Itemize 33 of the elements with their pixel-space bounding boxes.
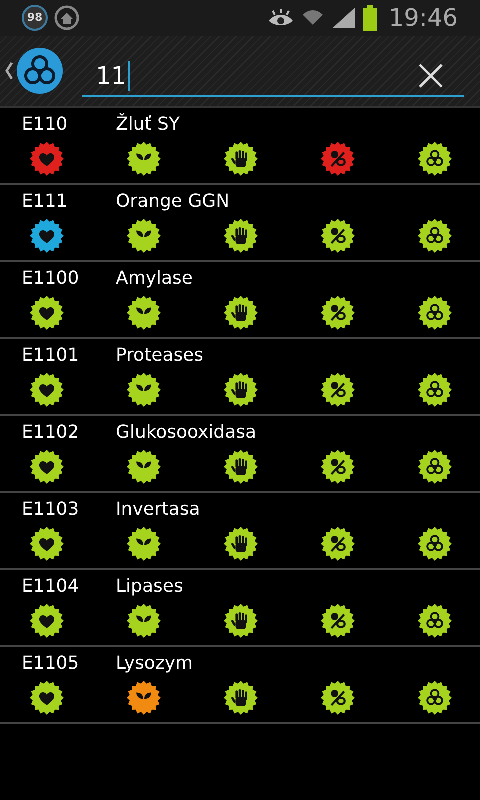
additive-name: Lipases: [116, 575, 184, 599]
additive-row[interactable]: E1100 Amylase: [0, 262, 480, 339]
back-caret-icon: [4, 61, 14, 81]
additive-row[interactable]: E1105 Lysozym: [0, 647, 480, 724]
additive-name: Glukosooxidasa: [116, 421, 257, 445]
signal-icon: [330, 6, 357, 30]
additive-name: Invertasa: [116, 498, 200, 522]
biohazard-logo-icon: [16, 47, 64, 95]
additive-row[interactable]: E111 Orange GGN: [0, 185, 480, 262]
additive-name: Žluť SY: [116, 112, 180, 137]
additive-code: E110: [21, 113, 69, 137]
additive-row[interactable]: E1104 Lipases: [0, 570, 480, 647]
battery-icon: [362, 5, 377, 31]
notification-count: 98: [22, 5, 48, 31]
additive-name: Amylase: [116, 267, 193, 291]
additive-code: E1103: [21, 498, 80, 522]
clock: 19:46: [388, 3, 458, 34]
additive-code: E1100: [21, 267, 80, 291]
additive-code: E1101: [21, 344, 80, 368]
additive-row[interactable]: E1101 Proteases: [0, 339, 480, 416]
additive-name: Orange GGN: [116, 190, 230, 214]
additive-row[interactable]: E1103 Invertasa: [0, 493, 480, 570]
search-value: 11: [96, 61, 130, 91]
additive-code: E111: [21, 190, 69, 214]
additive-name: Lysozym: [116, 652, 194, 676]
additive-name: Proteases: [116, 344, 204, 368]
additive-row[interactable]: E1102 Glukosooxidasa: [0, 416, 480, 493]
home-icon: [54, 5, 80, 31]
additive-code: E1104: [21, 575, 80, 599]
additive-row[interactable]: E110 Žluť SY: [0, 108, 480, 185]
additive-code: E1105: [21, 652, 80, 676]
close-icon[interactable]: [418, 63, 444, 89]
additive-code: E1102: [21, 421, 80, 445]
